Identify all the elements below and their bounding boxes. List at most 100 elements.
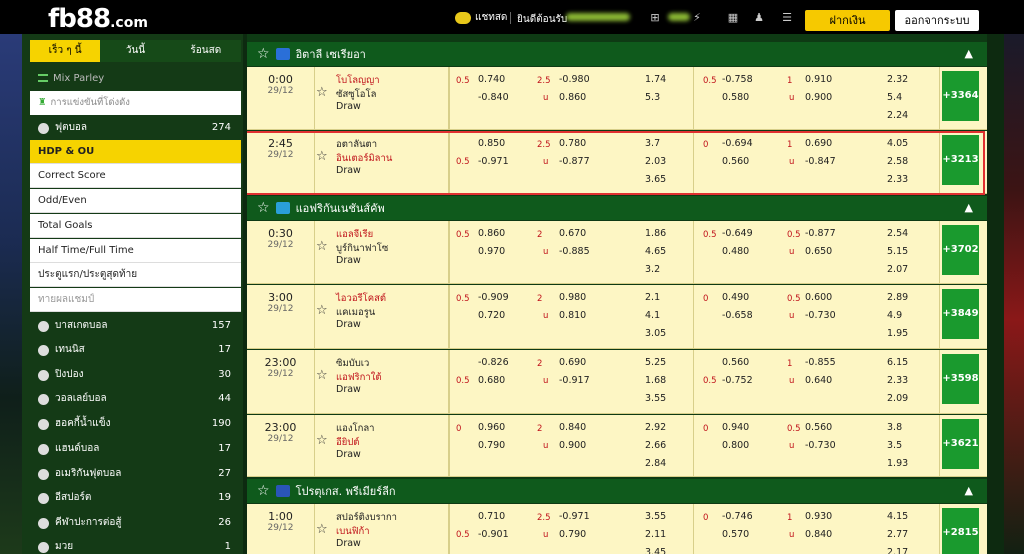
calendar-icon[interactable]: ▦ xyxy=(724,11,742,24)
popular-matches-link[interactable]: ♜ การแข่งขันที่โด่งดัง xyxy=(30,91,241,115)
chevron-up-icon[interactable]: ▲ xyxy=(965,484,973,497)
1x2-home[interactable]: 2.1 xyxy=(645,292,660,303)
half-ou-over[interactable]: 0.600 xyxy=(805,292,832,303)
half-ou-under[interactable]: -0.730 xyxy=(805,310,836,321)
away-team[interactable]: เบนฟิก้า xyxy=(336,524,370,539)
home-team[interactable]: แองโกลา xyxy=(336,421,374,436)
half-1x2-away[interactable]: 2.77 xyxy=(887,529,908,540)
ou-odds-over[interactable]: -0.980 xyxy=(559,74,590,85)
league-header[interactable]: ☆ โปรตุเกส. พรีเมียร์ลีก ▲ xyxy=(247,479,987,503)
sidebar-item-basketball[interactable]: บาสเกตบอล 157 xyxy=(30,314,241,338)
hdp-odds-away[interactable]: -0.840 xyxy=(478,92,509,103)
favorite-star-icon[interactable]: ☆ xyxy=(257,483,270,499)
half-hdp-away[interactable]: 0.800 xyxy=(722,440,749,451)
home-team[interactable]: อตาลันตา xyxy=(336,137,377,152)
hdp-odds-home[interactable]: -0.909 xyxy=(478,292,509,303)
half-1x2-draw[interactable]: 2.07 xyxy=(887,264,908,275)
half-hdp-away[interactable]: 0.480 xyxy=(722,246,749,257)
hdp-odds-home[interactable]: 0.740 xyxy=(478,74,505,85)
tab-soon[interactable]: เร็ว ๆ นี้ xyxy=(30,40,101,62)
away-team[interactable]: บูร์กินาฟาโซ xyxy=(336,241,388,256)
1x2-home[interactable]: 3.55 xyxy=(645,511,666,522)
league-header[interactable]: ☆ แอฟริกันเนชันส์คัพ ▲ xyxy=(247,196,987,220)
half-1x2-away[interactable]: 3.5 xyxy=(887,440,902,451)
half-hdp-away[interactable]: 0.580 xyxy=(722,92,749,103)
1x2-draw[interactable]: 3.55 xyxy=(645,393,666,404)
sidebar-item-table-tennis[interactable]: ปิงปอง 30 xyxy=(30,363,241,387)
ou-odds-under[interactable]: 0.860 xyxy=(559,92,586,103)
home-team[interactable]: โบโลญญา xyxy=(336,73,380,88)
1x2-home[interactable]: 3.7 xyxy=(645,138,660,149)
away-team[interactable]: อียิปต์ xyxy=(336,435,359,450)
half-1x2-draw[interactable]: 1.93 xyxy=(887,458,908,469)
sidebar-item-volleyball[interactable]: วอลเลย์บอล 44 xyxy=(30,387,241,411)
1x2-away[interactable]: 2.03 xyxy=(645,156,666,167)
1x2-away[interactable]: 4.1 xyxy=(645,310,660,321)
site-logo[interactable]: fb88.com xyxy=(48,4,148,34)
favorite-star-icon[interactable]: ☆ xyxy=(316,368,328,383)
1x2-away[interactable]: 5.3 xyxy=(645,92,660,103)
1x2-draw[interactable]: 3.2 xyxy=(645,264,660,275)
league-header[interactable]: ☆ อิตาลี เซเรียอา ▲ xyxy=(247,42,987,66)
half-hdp-home[interactable]: 0.560 xyxy=(722,357,749,368)
half-hdp-away[interactable]: 0.570 xyxy=(722,529,749,540)
sidebar-item-tennis[interactable]: เทนนิส 17 xyxy=(30,338,241,362)
live-chat-link[interactable]: แชทสด xyxy=(455,10,507,25)
half-ou-under[interactable]: 0.900 xyxy=(805,92,832,103)
1x2-home[interactable]: 2.92 xyxy=(645,422,666,433)
sidebar-item-football[interactable]: ฟุตบอล 274 xyxy=(30,116,241,140)
ou-odds-over[interactable]: -0.971 xyxy=(559,511,590,522)
half-ou-under[interactable]: 0.840 xyxy=(805,529,832,540)
half-1x2-home[interactable]: 2.54 xyxy=(887,228,908,239)
half-1x2-away[interactable]: 5.4 xyxy=(887,92,902,103)
balance-icon[interactable]: ⊞ xyxy=(648,11,662,24)
away-team[interactable]: อินเตอร์มิลาน xyxy=(336,151,392,166)
half-hdp-away[interactable]: -0.752 xyxy=(722,375,753,386)
more-markets-button[interactable]: +3849 xyxy=(942,289,979,339)
chevron-up-icon[interactable]: ▲ xyxy=(965,47,973,60)
sidebar-item-esports[interactable]: อีสปอร์ต 19 xyxy=(30,486,241,510)
sub-total-goals[interactable]: Total Goals xyxy=(30,214,241,238)
more-markets-button[interactable]: +3702 xyxy=(942,225,979,275)
ou-odds-over[interactable]: 0.980 xyxy=(559,292,586,303)
favorite-star-icon[interactable]: ☆ xyxy=(316,522,328,537)
away-team[interactable]: ซัสซูโอโล xyxy=(336,87,376,102)
favorite-star-icon[interactable]: ☆ xyxy=(316,149,328,164)
more-markets-button[interactable]: +3598 xyxy=(942,354,979,404)
half-ou-over[interactable]: 0.560 xyxy=(805,422,832,433)
hdp-odds-away[interactable]: -0.901 xyxy=(478,529,509,540)
half-hdp-home[interactable]: 0.940 xyxy=(722,422,749,433)
half-1x2-home[interactable]: 2.89 xyxy=(887,292,908,303)
1x2-draw[interactable]: 3.45 xyxy=(645,547,666,554)
half-hdp-away[interactable]: -0.658 xyxy=(722,310,753,321)
more-markets-button[interactable]: +3621 xyxy=(942,419,979,469)
1x2-home[interactable]: 1.74 xyxy=(645,74,666,85)
hdp-odds-home[interactable]: 0.860 xyxy=(478,228,505,239)
1x2-away[interactable]: 2.11 xyxy=(645,529,666,540)
hdp-odds-away[interactable]: -0.971 xyxy=(478,156,509,167)
deposit-button[interactable]: ฝากเงิน xyxy=(805,10,890,31)
bet-list-icon[interactable]: ☰ xyxy=(780,11,794,24)
ou-odds-under[interactable]: -0.917 xyxy=(559,375,590,386)
sub-odd-even[interactable]: Odd/Even xyxy=(30,189,241,213)
hdp-odds-away[interactable]: 0.970 xyxy=(478,246,505,257)
hdp-odds-away[interactable]: 0.720 xyxy=(478,310,505,321)
half-ou-over[interactable]: -0.877 xyxy=(805,228,836,239)
half-ou-over[interactable]: 0.690 xyxy=(805,138,832,149)
1x2-draw[interactable]: 3.65 xyxy=(645,174,666,185)
half-hdp-home[interactable]: -0.746 xyxy=(722,511,753,522)
sub-outright[interactable]: ทายผลแชมป์ xyxy=(30,288,241,312)
away-team[interactable]: แคเมอรูน xyxy=(336,305,375,320)
home-team[interactable]: ไอวอรีโคสต์ xyxy=(336,291,386,306)
tab-live[interactable]: ร้อนสด xyxy=(171,40,241,62)
mix-parlay-item[interactable]: Mix Parley xyxy=(30,68,241,90)
favorite-star-icon[interactable]: ☆ xyxy=(257,46,270,62)
home-team[interactable]: สปอร์ติงบรากา xyxy=(336,510,397,525)
ou-odds-over[interactable]: 0.780 xyxy=(559,138,586,149)
half-hdp-away[interactable]: 0.560 xyxy=(722,156,749,167)
half-1x2-home[interactable]: 6.15 xyxy=(887,357,908,368)
1x2-away[interactable]: 1.68 xyxy=(645,375,666,386)
ou-odds-under[interactable]: -0.877 xyxy=(559,156,590,167)
hdp-odds-away[interactable]: 0.790 xyxy=(478,440,505,451)
sidebar-item-boxing[interactable]: มวย 1 xyxy=(30,535,241,554)
